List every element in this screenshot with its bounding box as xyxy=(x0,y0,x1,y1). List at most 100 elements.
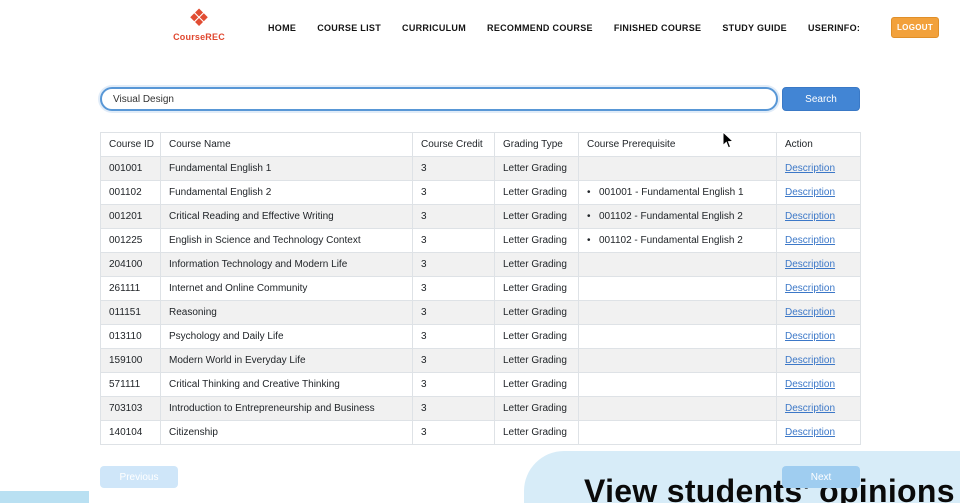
course-id-cell: 703103 xyxy=(100,396,161,421)
description-link[interactable]: Description xyxy=(785,379,835,390)
description-link[interactable]: Description xyxy=(785,259,835,270)
course-prerequisite-cell xyxy=(578,276,777,301)
nav-item-userinfo[interactable]: USERINFO: xyxy=(808,23,860,33)
action-cell: Description xyxy=(776,276,861,301)
course-credit-cell: 3 xyxy=(412,300,495,325)
table-row: 159100 Modern World in Everyday Life 3 L… xyxy=(100,348,861,373)
course-credit-cell: 3 xyxy=(412,204,495,229)
course-prerequisite-cell xyxy=(578,156,777,181)
description-link[interactable]: Description xyxy=(785,163,835,174)
table-row: 001225 English in Science and Technology… xyxy=(100,228,861,253)
table-row: 001001 Fundamental English 1 3 Letter Gr… xyxy=(100,156,861,181)
description-link[interactable]: Description xyxy=(785,211,835,222)
course-name-cell: Modern World in Everyday Life xyxy=(160,348,413,373)
description-link[interactable]: Description xyxy=(785,235,835,246)
grading-type-cell: Letter Grading xyxy=(494,372,579,397)
course-credit-cell: 3 xyxy=(412,372,495,397)
table-row: 703103 Introduction to Entrepreneurship … xyxy=(100,396,861,421)
course-prerequisite-cell: • 001102 - Fundamental English 2 xyxy=(578,204,777,229)
column-header-course-id: Course ID xyxy=(100,132,161,157)
nav-item-home[interactable]: HOME xyxy=(268,23,296,33)
description-link[interactable]: Description xyxy=(785,187,835,198)
overlay-caption-text: View students’ opinions xyxy=(584,473,955,503)
grading-type-cell: Letter Grading xyxy=(494,204,579,229)
nav-item-study-guide[interactable]: STUDY GUIDE xyxy=(722,23,787,33)
action-cell: Description xyxy=(776,156,861,181)
course-id-cell: 571111 xyxy=(100,372,161,397)
course-id-cell: 001001 xyxy=(100,156,161,181)
action-cell: Description xyxy=(776,324,861,349)
nav-item-recommend-course[interactable]: RECOMMEND COURSE xyxy=(487,23,593,33)
course-id-cell: 001102 xyxy=(100,180,161,205)
brand-logo[interactable]: ❖ CourseREC xyxy=(167,5,231,43)
course-prerequisite-cell xyxy=(578,396,777,421)
course-name-cell: Information Technology and Modern Life xyxy=(160,252,413,277)
action-cell: Description xyxy=(776,396,861,421)
course-table-body: 001001 Fundamental English 1 3 Letter Gr… xyxy=(100,156,861,445)
course-prerequisite-cell: • 001102 - Fundamental English 2 xyxy=(578,228,777,253)
column-header-grading-type: Grading Type xyxy=(494,132,579,157)
course-name-cell: English in Science and Technology Contex… xyxy=(160,228,413,253)
action-cell: Description xyxy=(776,420,861,445)
grading-type-cell: Letter Grading xyxy=(494,180,579,205)
nav-item-curriculum[interactable]: CURRICULUM xyxy=(402,23,466,33)
description-link[interactable]: Description xyxy=(785,331,835,342)
column-header-course-credit: Course Credit xyxy=(412,132,495,157)
previous-page-button[interactable]: Previous xyxy=(100,466,178,488)
action-cell: Description xyxy=(776,300,861,325)
table-row: 571111 Critical Thinking and Creative Th… xyxy=(100,372,861,397)
nav-item-course-list[interactable]: COURSE LIST xyxy=(317,23,381,33)
grading-type-cell: Letter Grading xyxy=(494,396,579,421)
grading-type-cell: Letter Grading xyxy=(494,300,579,325)
course-id-cell: 013110 xyxy=(100,324,161,349)
search-input[interactable] xyxy=(100,87,778,111)
mouse-cursor xyxy=(722,131,735,149)
course-prerequisite-cell xyxy=(578,300,777,325)
courserec-logo-icon: ❖ xyxy=(188,5,210,32)
grading-type-cell: Letter Grading xyxy=(494,156,579,181)
course-prerequisite-cell xyxy=(578,420,777,445)
next-page-button[interactable]: Next xyxy=(782,466,860,488)
course-name-cell: Reasoning xyxy=(160,300,413,325)
course-name-cell: Critical Reading and Effective Writing xyxy=(160,204,413,229)
course-credit-cell: 3 xyxy=(412,252,495,277)
course-credit-cell: 3 xyxy=(412,396,495,421)
grading-type-cell: Letter Grading xyxy=(494,276,579,301)
table-row: 204100 Information Technology and Modern… xyxy=(100,252,861,277)
search-button[interactable]: Search xyxy=(782,87,860,111)
action-cell: Description xyxy=(776,228,861,253)
grading-type-cell: Letter Grading xyxy=(494,252,579,277)
description-link[interactable]: Description xyxy=(785,427,835,438)
course-credit-cell: 3 xyxy=(412,324,495,349)
grading-type-cell: Letter Grading xyxy=(494,420,579,445)
table-header-row: Course ID Course Name Course Credit Grad… xyxy=(100,132,861,157)
course-id-cell: 140104 xyxy=(100,420,161,445)
course-name-cell: Introduction to Entrepreneurship and Bus… xyxy=(160,396,413,421)
course-id-cell: 011151 xyxy=(100,300,161,325)
description-link[interactable]: Description xyxy=(785,355,835,366)
description-link[interactable]: Description xyxy=(785,403,835,414)
brand-name: CourseREC xyxy=(173,32,225,42)
action-cell: Description xyxy=(776,348,861,373)
app-screen: ❖ CourseREC HOME COURSE LIST CURRICULUM REC… xyxy=(0,0,960,503)
bullet-icon: • xyxy=(587,211,591,222)
nav-item-finished-course[interactable]: FINISHED COURSE xyxy=(614,23,702,33)
description-link[interactable]: Description xyxy=(785,307,835,318)
action-cell: Description xyxy=(776,372,861,397)
course-prerequisite-cell xyxy=(578,324,777,349)
course-credit-cell: 3 xyxy=(412,276,495,301)
table-row: 261111 Internet and Online Community 3 L… xyxy=(100,276,861,301)
logout-button[interactable]: LOGOUT xyxy=(891,17,939,38)
table-row: 140104 Citizenship 3 Letter Grading Desc… xyxy=(100,420,861,445)
course-table: Course ID Course Name Course Credit Grad… xyxy=(100,132,861,445)
course-name-cell: Citizenship xyxy=(160,420,413,445)
action-cell: Description xyxy=(776,180,861,205)
course-credit-cell: 3 xyxy=(412,348,495,373)
bullet-icon: • xyxy=(587,235,591,246)
course-name-cell: Psychology and Daily Life xyxy=(160,324,413,349)
grading-type-cell: Letter Grading xyxy=(494,228,579,253)
course-prerequisite-cell xyxy=(578,348,777,373)
column-header-course-name: Course Name xyxy=(160,132,413,157)
course-credit-cell: 3 xyxy=(412,228,495,253)
description-link[interactable]: Description xyxy=(785,283,835,294)
